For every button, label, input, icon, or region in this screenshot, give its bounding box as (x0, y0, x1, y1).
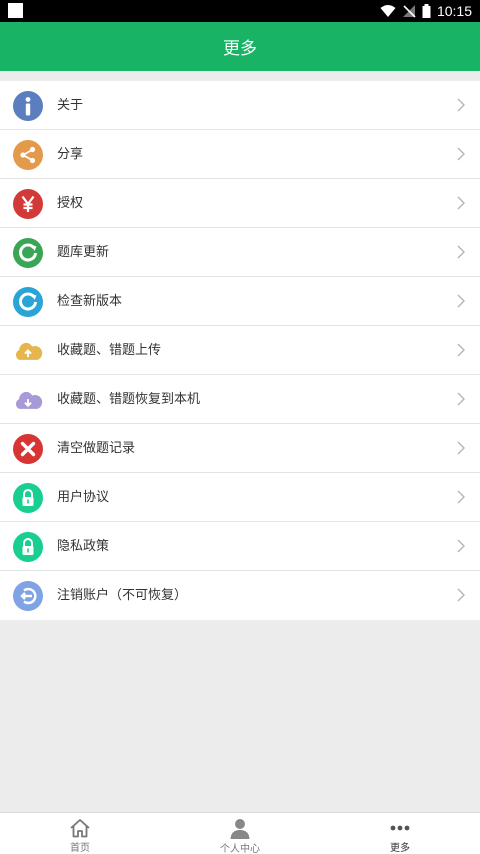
chevron-right-icon (457, 392, 465, 406)
yen-icon (13, 189, 43, 219)
menu-item-about[interactable]: 关于 (0, 81, 480, 130)
status-bar: 10:15 (0, 0, 480, 22)
chevron-right-icon (457, 343, 465, 357)
tab-label: 首页 (70, 843, 90, 854)
tab-label: 个人中心 (220, 844, 260, 854)
menu-item-label: 清空做题记录 (57, 441, 136, 456)
lock-icon (13, 532, 43, 562)
tab-label: 更多 (390, 843, 410, 854)
menu-item-check-version[interactable]: 检查新版本 (0, 277, 480, 326)
chevron-right-icon (457, 294, 465, 308)
chevron-right-icon (457, 245, 465, 259)
person-icon (228, 817, 252, 839)
menu-item-user-agreement[interactable]: 用户协议 (0, 473, 480, 522)
menu-item-upload-favorites[interactable]: 收藏题、错题上传 (0, 326, 480, 375)
menu-item-label: 关于 (57, 98, 84, 113)
status-time: 10:15 (436, 3, 472, 19)
lock-icon (13, 483, 43, 513)
home-icon (68, 817, 92, 838)
tab-more[interactable]: 更多 (320, 813, 480, 854)
menu-item-restore-favorites[interactable]: 收藏题、错题恢复到本机 (0, 375, 480, 424)
menu-item-authorize[interactable]: 授权 (0, 179, 480, 228)
refresh-green-icon (13, 238, 43, 268)
menu-item-label: 授权 (57, 196, 84, 211)
menu-item-label: 分享 (57, 147, 84, 162)
chevron-right-icon (457, 539, 465, 553)
menu-item-label: 收藏题、错题恢复到本机 (57, 392, 201, 407)
share-icon (13, 140, 43, 170)
chevron-right-icon (457, 196, 465, 210)
notification-square-icon (8, 3, 23, 18)
chevron-right-icon (457, 588, 465, 602)
cloud-upload-icon (13, 336, 43, 366)
logout-icon (13, 581, 43, 611)
menu-item-label: 注销账户（不可恢复） (57, 588, 188, 603)
page-title: 更多 (223, 39, 257, 59)
refresh-blue-icon (13, 287, 43, 317)
menu-item-clear-records[interactable]: 清空做题记录 (0, 424, 480, 473)
wifi-icon (380, 5, 396, 17)
menu-item-share[interactable]: 分享 (0, 130, 480, 179)
more-dots-icon (388, 817, 412, 838)
menu-item-label: 隐私政策 (57, 539, 110, 554)
menu-item-privacy-policy[interactable]: 隐私政策 (0, 522, 480, 571)
menu-list: 关于 分享 授权 题库更新 检查新版本 收藏题、错题上传 收藏题、错题恢复到本机… (0, 81, 480, 620)
no-signal-icon (402, 5, 416, 18)
chevron-right-icon (457, 441, 465, 455)
info-icon (13, 91, 43, 121)
menu-item-label: 收藏题、错题上传 (57, 343, 162, 358)
app-header: 更多 (0, 22, 480, 71)
chevron-right-icon (457, 147, 465, 161)
clear-x-icon (13, 434, 43, 464)
tab-personal-center[interactable]: 个人中心 (160, 813, 320, 854)
menu-item-label: 用户协议 (57, 490, 110, 505)
battery-icon (422, 4, 431, 18)
menu-item-label: 检查新版本 (57, 294, 123, 309)
chevron-right-icon (457, 490, 465, 504)
menu-item-label: 题库更新 (57, 245, 110, 260)
bottom-tab-bar: 首页 个人中心 更多 (0, 812, 480, 854)
tab-home[interactable]: 首页 (0, 813, 160, 854)
cloud-download-icon (13, 385, 43, 415)
menu-item-question-bank-update[interactable]: 题库更新 (0, 228, 480, 277)
chevron-right-icon (457, 98, 465, 112)
menu-item-delete-account[interactable]: 注销账户（不可恢复） (0, 571, 480, 620)
